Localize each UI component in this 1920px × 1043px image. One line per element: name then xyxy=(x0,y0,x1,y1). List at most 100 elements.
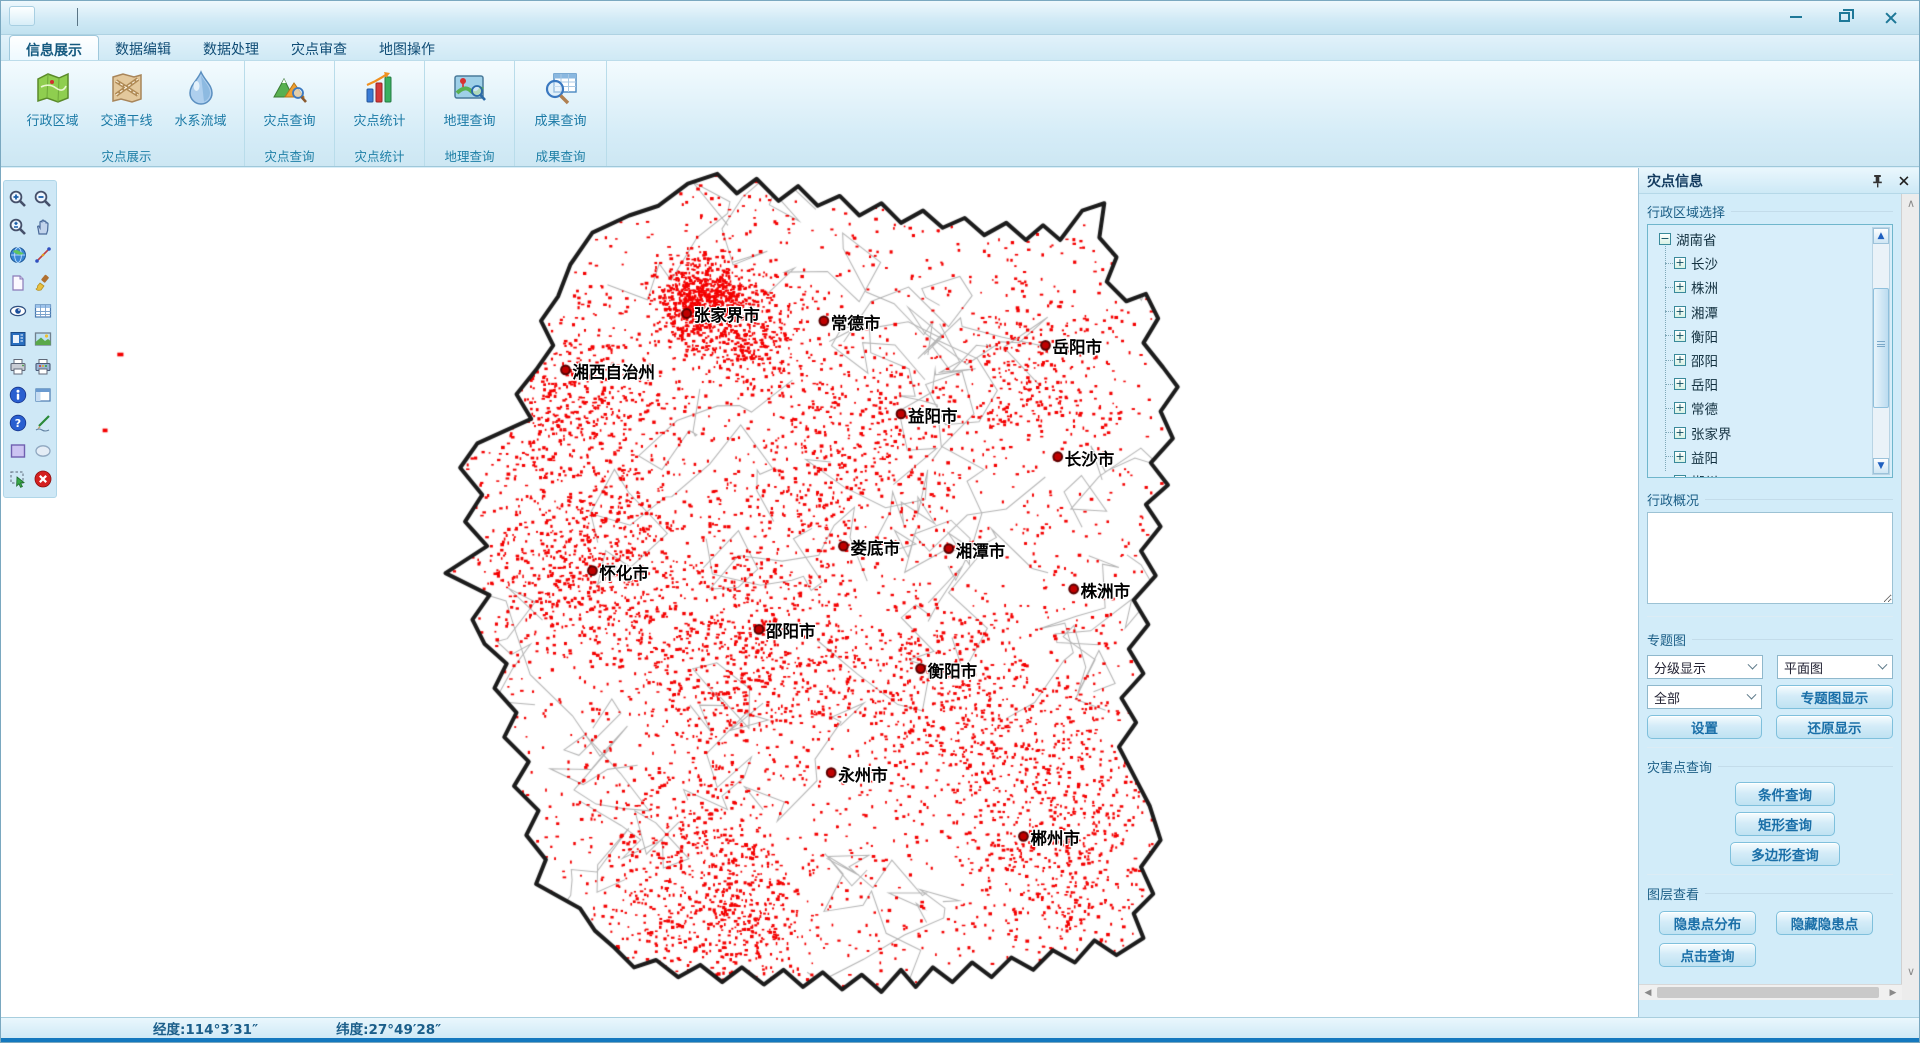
map-image-tool[interactable] xyxy=(30,325,55,353)
zoom-out-tool[interactable] xyxy=(30,185,55,213)
settings-button[interactable]: 设置 xyxy=(1647,715,1762,739)
panel-vertical-scrollbar[interactable]: ∧ ∨ xyxy=(1901,194,1920,1000)
thematic-show-button[interactable]: 专题图显示 xyxy=(1776,685,1893,709)
layer-window-tool[interactable] xyxy=(5,325,30,353)
polygon-query-button[interactable]: 多边形查询 xyxy=(1730,842,1840,866)
hazard-distribution-button[interactable]: 隐患点分布 xyxy=(1659,911,1756,935)
select-marquee-tool[interactable] xyxy=(5,465,30,493)
eye-tool[interactable] xyxy=(5,297,30,325)
expand-icon[interactable]: + xyxy=(1674,281,1686,293)
printer-icon xyxy=(8,357,28,377)
tree-item-6[interactable]: +常德 xyxy=(1665,397,1718,419)
map-canvas[interactable] xyxy=(1,168,1638,1017)
window-panel-icon xyxy=(33,385,53,405)
blank-page-tool[interactable] xyxy=(5,269,30,297)
tree-item-8[interactable]: +益阳 xyxy=(1665,446,1718,468)
tree-item-hunan[interactable]: −湖南省 xyxy=(1659,228,1717,250)
pin-icon[interactable] xyxy=(1867,171,1887,191)
app-menu-button[interactable] xyxy=(9,6,35,26)
traffic-line-button[interactable]: 交通干线 xyxy=(90,67,164,131)
help-tool[interactable]: ? xyxy=(5,409,30,437)
geo-query-button[interactable]: 地理查询 xyxy=(433,67,507,131)
globe-tool[interactable] xyxy=(5,241,30,269)
tree-stub xyxy=(1665,384,1673,385)
tree-item-5[interactable]: +岳阳 xyxy=(1665,373,1718,395)
map-city-label: 怀化市 xyxy=(599,560,649,584)
color-printer-icon xyxy=(33,357,53,377)
close-button[interactable] xyxy=(1873,7,1907,27)
zoom-extent-icon xyxy=(8,217,28,237)
overview-textarea[interactable] xyxy=(1647,512,1893,604)
expand-icon[interactable]: + xyxy=(1674,451,1686,463)
pan-hand-tool[interactable] xyxy=(30,213,55,241)
info-tool[interactable] xyxy=(5,381,30,409)
zoom-in-tool[interactable] xyxy=(5,185,30,213)
tab-info-display[interactable]: 信息展示 xyxy=(9,35,99,60)
expand-icon[interactable]: + xyxy=(1674,475,1686,478)
scroll-left-icon[interactable]: ◀ xyxy=(1642,987,1654,999)
collapse-icon[interactable]: − xyxy=(1659,233,1671,245)
expand-icon[interactable]: + xyxy=(1674,378,1686,390)
button-label: 灾点查询 xyxy=(263,110,315,129)
sketch-pen-tool[interactable] xyxy=(30,409,55,437)
expand-icon[interactable]: + xyxy=(1674,306,1686,318)
condition-query-button[interactable]: 条件查询 xyxy=(1735,782,1835,806)
delete-tool[interactable] xyxy=(30,465,55,493)
water-system-button[interactable]: 水系流域 xyxy=(164,67,238,131)
restore-button[interactable] xyxy=(1827,7,1861,27)
tree-scroll-thumb[interactable] xyxy=(1873,288,1889,408)
pan-hand-icon xyxy=(33,217,53,237)
grade-display-select[interactable]: 分级显示 xyxy=(1647,655,1763,679)
plane-map-select[interactable]: 平面图 xyxy=(1777,655,1893,679)
ellipse-tool[interactable] xyxy=(30,437,55,465)
zoom-extent-tool[interactable] xyxy=(5,213,30,241)
hide-hazard-button[interactable]: 隐藏隐患点 xyxy=(1776,911,1873,935)
brush-tool[interactable] xyxy=(30,269,55,297)
click-query-button[interactable]: 点击查询 xyxy=(1659,943,1756,967)
window-panel-tool[interactable] xyxy=(30,381,55,409)
result-query-button[interactable]: 成果查询 xyxy=(524,67,598,131)
panel-header: 灾点信息 xyxy=(1639,168,1920,194)
expand-icon[interactable]: + xyxy=(1674,427,1686,439)
printer-tool[interactable] xyxy=(5,353,30,381)
expand-icon[interactable]: + xyxy=(1674,257,1686,269)
tree-item-1[interactable]: +株洲 xyxy=(1665,276,1718,298)
tree-scrollbar[interactable]: ▲ ▼ xyxy=(1872,227,1890,475)
admin-region-button[interactable]: 行政区域 xyxy=(16,67,90,131)
tab-map-operation[interactable]: 地图操作 xyxy=(363,35,451,60)
h-scroll-thumb[interactable] xyxy=(1657,987,1879,998)
disaster-stats-button[interactable]: 灾点统计 xyxy=(343,67,417,131)
brush-icon xyxy=(33,273,53,293)
panel-horizontal-scrollbar[interactable]: ◀ ▶ xyxy=(1639,984,1902,1000)
table-grid-tool[interactable] xyxy=(30,297,55,325)
tree-item-4[interactable]: +邵阳 xyxy=(1665,349,1718,371)
measure-line-tool[interactable] xyxy=(30,241,55,269)
scroll-right-icon[interactable]: ▶ xyxy=(1887,987,1899,999)
expand-icon[interactable]: + xyxy=(1674,330,1686,342)
scroll-up-icon[interactable]: ▲ xyxy=(1873,228,1889,244)
expand-icon[interactable]: + xyxy=(1674,354,1686,366)
panel-close-icon[interactable] xyxy=(1893,171,1913,191)
tree-item-9[interactable]: +郴州 xyxy=(1665,470,1718,478)
ribbon-group-label: 地理查询 xyxy=(444,144,494,166)
color-printer-tool[interactable] xyxy=(30,353,55,381)
tree-item-0[interactable]: +长沙 xyxy=(1665,252,1718,274)
tab-data-edit[interactable]: 数据编辑 xyxy=(99,35,187,60)
scroll-down-icon[interactable]: ▼ xyxy=(1873,458,1889,474)
all-filter-select[interactable]: 全部 xyxy=(1647,685,1762,709)
rect-window-tool[interactable] xyxy=(5,437,30,465)
tab-disaster-review[interactable]: 灾点审查 xyxy=(275,35,363,60)
scroll-down-icon[interactable]: ∨ xyxy=(1905,966,1917,978)
scroll-up-icon[interactable]: ∧ xyxy=(1905,198,1917,210)
restore-display-button[interactable]: 还原显示 xyxy=(1776,715,1893,739)
tab-data-process[interactable]: 数据处理 xyxy=(187,35,275,60)
minimize-button[interactable] xyxy=(1779,7,1813,27)
tree-item-2[interactable]: +湘潭 xyxy=(1665,301,1718,323)
ribbon: 行政区域 交通干线 水系流域 xyxy=(1,61,1919,167)
tree-item-3[interactable]: +衡阳 xyxy=(1665,325,1718,347)
expand-icon[interactable]: + xyxy=(1674,402,1686,414)
disaster-query-button[interactable]: 灾点查询 xyxy=(253,67,327,131)
result-query-icon xyxy=(542,69,580,107)
tree-item-7[interactable]: +张家界 xyxy=(1665,422,1732,444)
rectangle-query-button[interactable]: 矩形查询 xyxy=(1735,812,1835,836)
